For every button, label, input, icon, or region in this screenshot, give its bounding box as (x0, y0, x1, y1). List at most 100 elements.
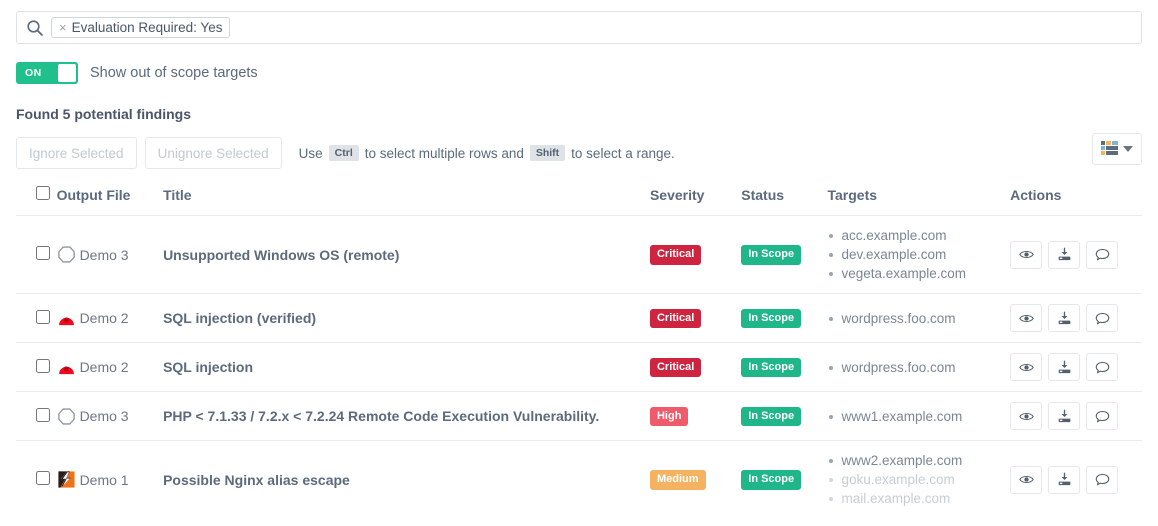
hint-suffix: to select a range. (571, 145, 675, 161)
output-file-cell: Demo 3 (56, 215, 164, 294)
eye-icon (1018, 311, 1034, 326)
bulk-actions-toolbar: Ignore Selected Unignore Selected Use Ct… (16, 133, 1142, 169)
output-file-label: Demo 3 (79, 246, 129, 263)
target-item: www2.example.com (827, 451, 1010, 470)
header-output-file[interactable]: Output File (56, 186, 164, 216)
row-actions (1010, 402, 1142, 430)
actions-cell (1010, 441, 1142, 519)
eye-button[interactable] (1010, 304, 1043, 332)
target-item: vegeta.example.com (827, 264, 1010, 283)
comment-icon (1095, 472, 1110, 487)
row-actions (1010, 304, 1142, 332)
download-icon (1057, 247, 1072, 262)
status-badge: In Scope (741, 357, 802, 378)
row-select-cell (16, 293, 57, 343)
table-row[interactable]: Demo 2 SQL injection (verified) Critical In… (16, 293, 1142, 343)
row-checkbox[interactable] (36, 309, 50, 324)
targets-cell: wordpress.foo.com (827, 342, 1011, 392)
toggle-state-label: ON (25, 67, 42, 79)
comment-button[interactable] (1086, 304, 1119, 332)
hint-prefix: Use (298, 145, 323, 161)
targets-list: www1.example.com (827, 407, 1010, 426)
table-row[interactable]: Demo 3 Unsupported Windows OS (remote) Cri… (16, 215, 1142, 294)
header-targets[interactable]: Targets (827, 186, 1011, 216)
eye-button[interactable] (1010, 353, 1043, 381)
comment-button[interactable] (1086, 402, 1119, 430)
scope-toggle-row: ON Show out of scope targets (16, 62, 1142, 84)
finding-title[interactable]: Unsupported Windows OS (remote) (163, 215, 650, 294)
search-bar[interactable]: × Evaluation Required: Yes (16, 11, 1142, 44)
row-checkbox[interactable] (36, 471, 50, 485)
finding-title[interactable]: PHP < 7.1.33 / 7.2.x < 7.2.24 Remote Cod… (163, 391, 650, 441)
key-ctrl: Ctrl (328, 144, 359, 162)
row-checkbox[interactable] (36, 407, 50, 422)
output-file-cell: Demo 1 (57, 441, 164, 519)
status-badge: In Scope (741, 406, 802, 427)
eye-icon (1018, 360, 1034, 375)
targets-cell: wordpress.foo.com (827, 293, 1011, 343)
selection-hint: Use Ctrl to select multiple rows and Shi… (298, 144, 675, 162)
finding-title[interactable]: Possible Nginx alias escape (163, 441, 650, 519)
output-file-label: Demo 2 (79, 359, 129, 375)
output-file-cell: Demo 2 (56, 342, 164, 392)
row-select-cell (16, 391, 57, 441)
table-row[interactable]: Demo 2 SQL injection Critical In Scope wordp… (16, 342, 1142, 392)
table-row[interactable]: Demo 3 PHP < 7.1.33 / 7.2.x < 7.2.24 Remo… (16, 391, 1142, 441)
actions-cell (1010, 391, 1142, 441)
download-button[interactable] (1048, 353, 1081, 381)
columns-icon (1101, 140, 1118, 158)
finding-title[interactable]: SQL injection (163, 342, 650, 392)
filter-chip[interactable]: × Evaluation Required: Yes (51, 17, 231, 38)
comment-button[interactable] (1086, 465, 1119, 494)
download-button[interactable] (1048, 304, 1081, 332)
finding-title[interactable]: SQL injection (verified) (163, 293, 650, 343)
select-all-checkbox[interactable] (36, 186, 50, 200)
severity-cell: High (649, 391, 742, 441)
target-item: mail.example.com (827, 489, 1010, 508)
ignore-selected-button[interactable]: Ignore Selected (16, 137, 137, 169)
eye-button[interactable] (1010, 402, 1043, 430)
output-file-label: Demo 2 (79, 310, 129, 326)
toggle-knob[interactable] (58, 64, 76, 82)
show-out-of-scope-toggle[interactable]: ON (16, 62, 78, 84)
comment-button[interactable] (1086, 353, 1119, 381)
targets-list: www2.example.com goku.example.com mail.exa… (827, 451, 1010, 508)
severity-badge: Critical (649, 357, 702, 378)
octagon-outline-icon (57, 407, 76, 426)
chip-remove-icon[interactable]: × (59, 21, 67, 34)
status-badge: In Scope (741, 308, 802, 329)
severity-badge: Critical (649, 308, 702, 329)
red-dome-icon (57, 309, 76, 328)
status-badge: In Scope (741, 245, 802, 265)
octagon-outline-icon (57, 245, 76, 264)
row-checkbox[interactable] (36, 358, 50, 373)
column-selector-button[interactable] (1092, 133, 1142, 165)
target-item: goku.example.com (827, 470, 1010, 489)
row-checkbox[interactable] (36, 246, 50, 260)
row-actions (1010, 240, 1142, 269)
status-cell: In Scope (741, 391, 828, 441)
download-button[interactable] (1048, 240, 1081, 269)
eye-icon (1018, 247, 1034, 262)
header-title[interactable]: Title (163, 186, 650, 216)
eye-button[interactable] (1010, 465, 1043, 494)
download-button[interactable] (1048, 402, 1081, 430)
status-badge: In Scope (741, 470, 802, 490)
comment-button[interactable] (1086, 240, 1119, 269)
unignore-selected-button[interactable]: Unignore Selected (144, 137, 282, 169)
row-actions (1010, 353, 1142, 381)
header-severity[interactable]: Severity (649, 186, 742, 216)
actions-cell (1010, 293, 1142, 343)
status-cell: In Scope (741, 293, 828, 343)
table-row[interactable]: Demo 1 Possible Nginx alias escape Medium I… (16, 441, 1142, 519)
comment-icon (1095, 409, 1110, 424)
header-status[interactable]: Status (741, 186, 828, 216)
download-button[interactable] (1048, 465, 1081, 494)
download-icon (1057, 472, 1072, 487)
eye-button[interactable] (1010, 240, 1043, 269)
target-item: wordpress.foo.com (827, 309, 1010, 328)
status-cell: In Scope (741, 215, 828, 294)
targets-cell: www2.example.com goku.example.com mail.exa… (827, 441, 1010, 519)
targets-list: wordpress.foo.com (827, 358, 1010, 377)
target-item: dev.example.com (827, 245, 1010, 264)
